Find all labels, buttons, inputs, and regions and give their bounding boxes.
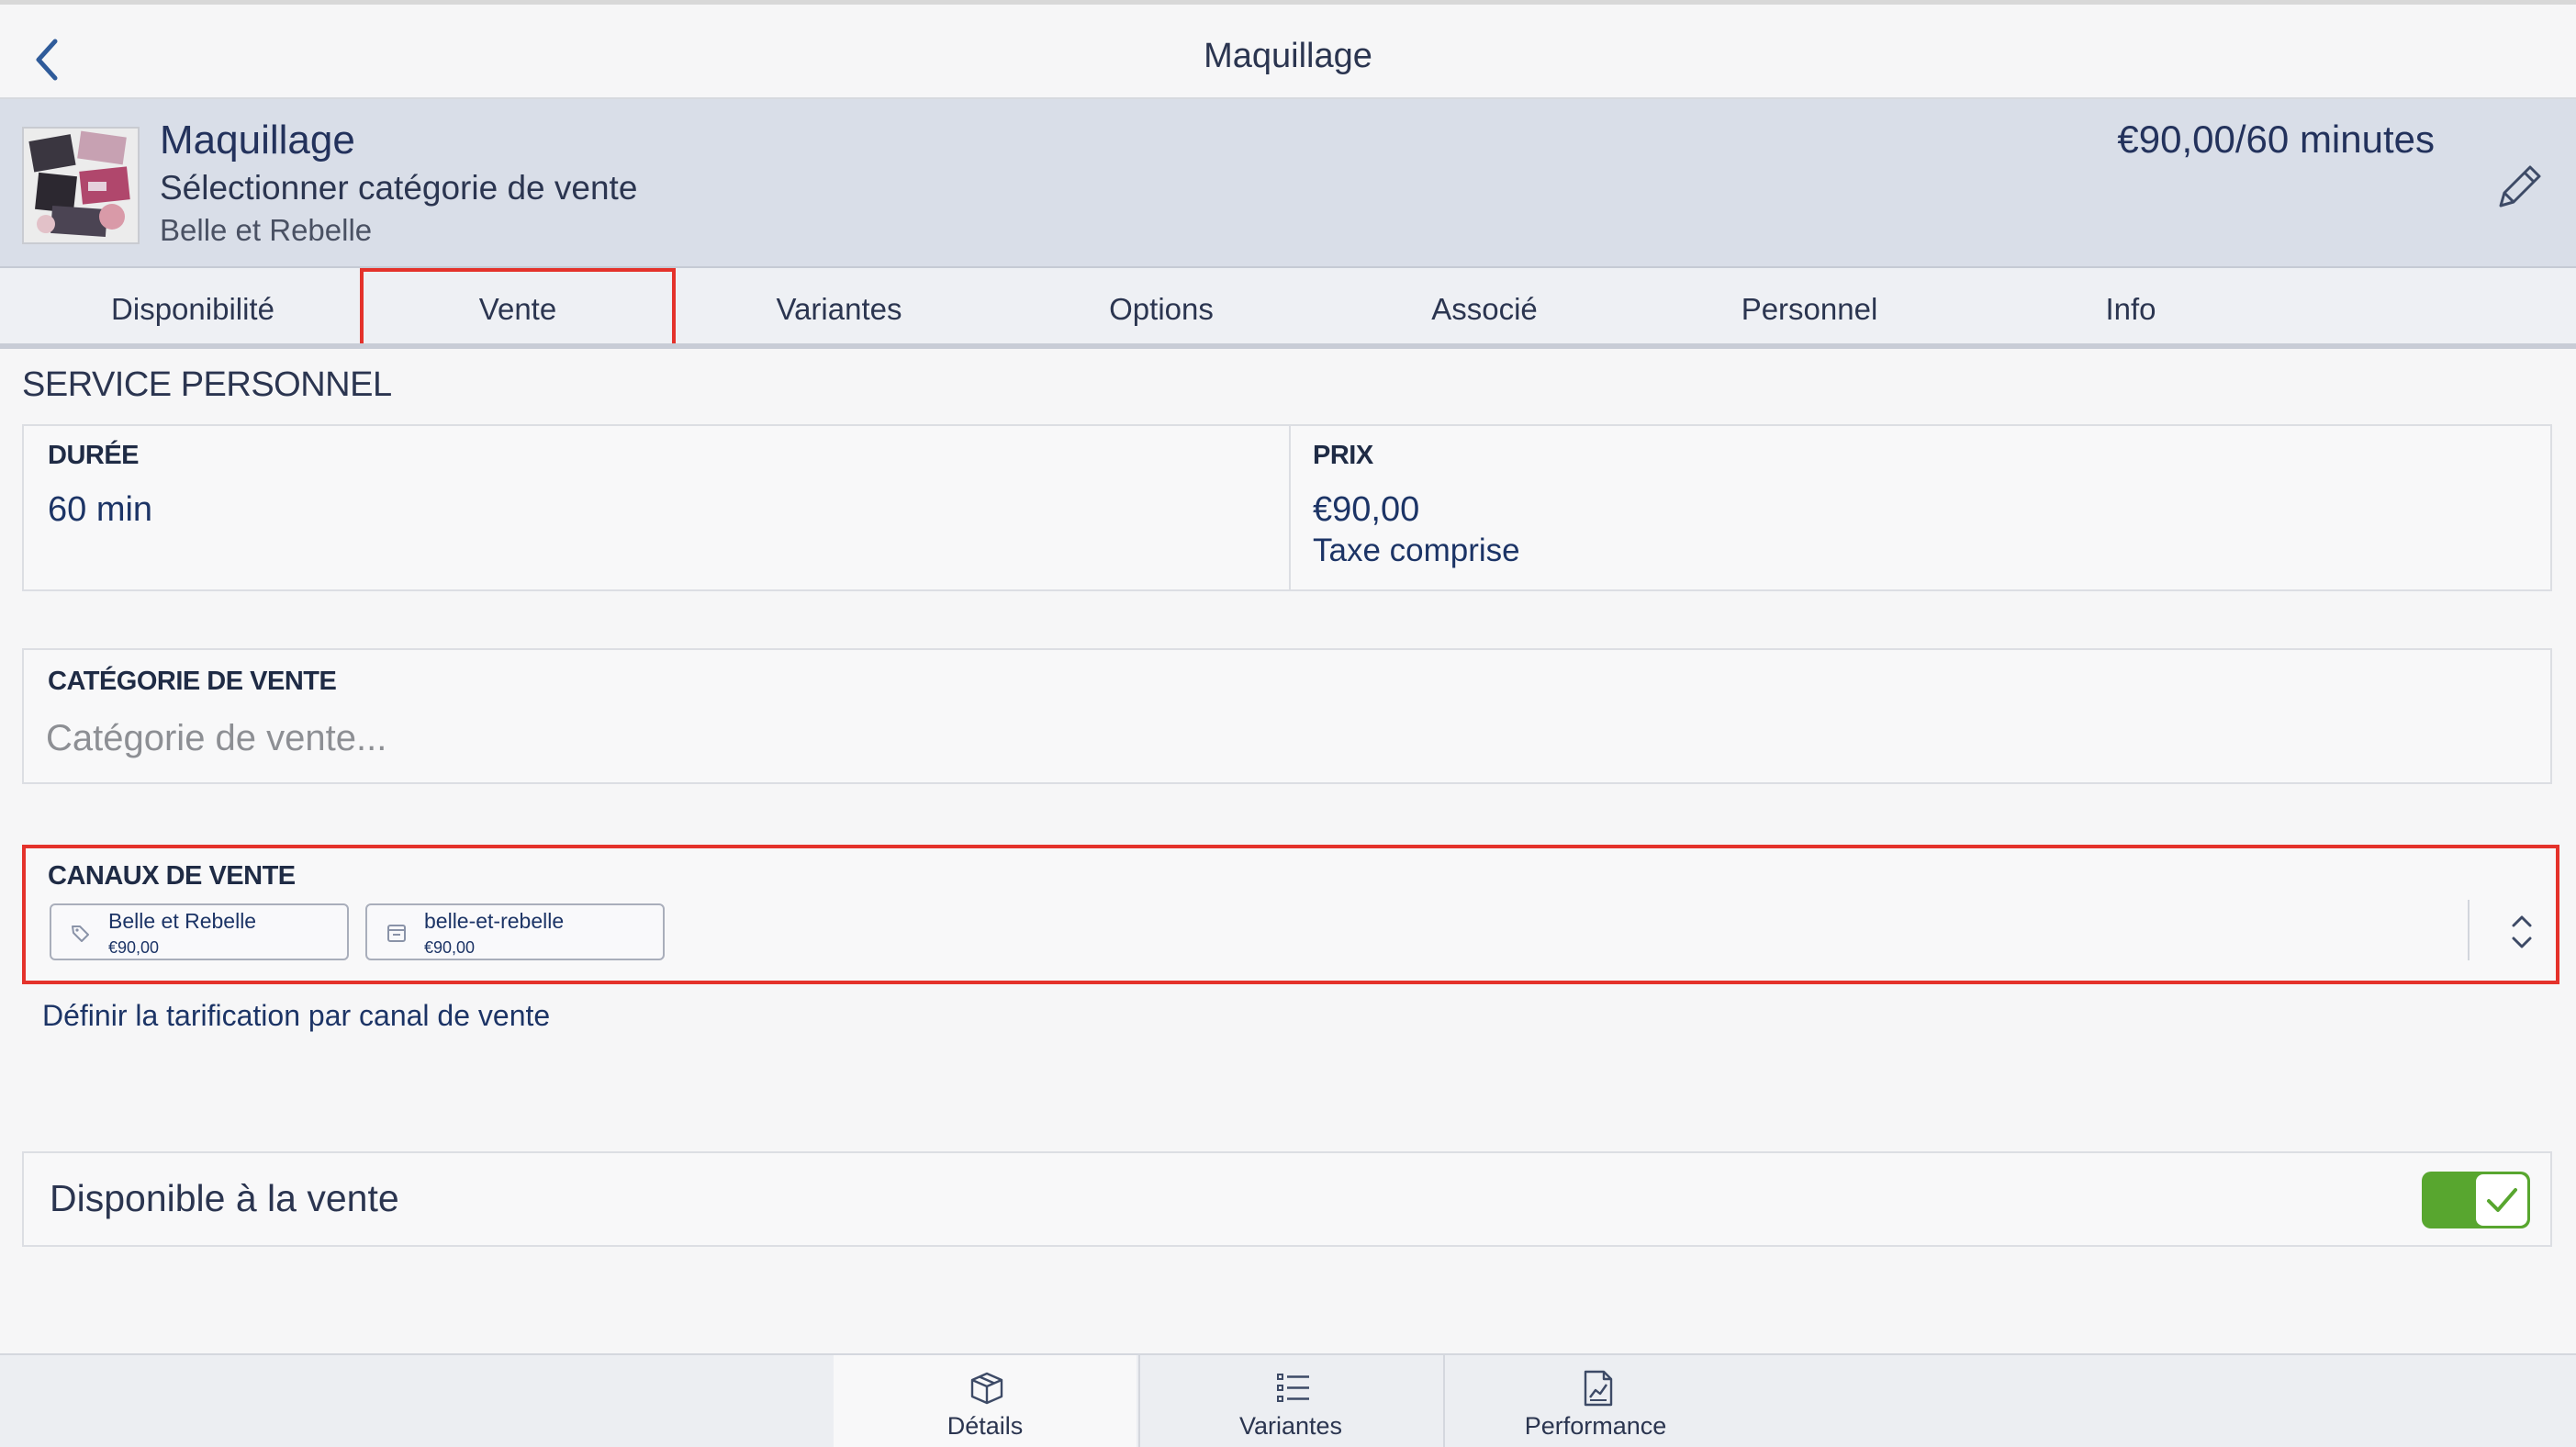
list-icon (1277, 1374, 1309, 1402)
availability-label: Disponible à la vente (50, 1177, 399, 1219)
store-name: Belle et Rebelle (160, 213, 373, 247)
product-header: Maquillage Sélectionner catégorie de ven… (0, 99, 2576, 268)
bottom-tab-label: Variantes (1238, 1412, 1343, 1440)
sales-category-field: CATÉGORIE DE VENTE (22, 648, 2552, 784)
check-icon (2487, 1188, 2517, 1212)
product-price: €90,00/60 minutes (2117, 118, 2435, 161)
price-value: €90,00 (1313, 490, 1420, 529)
back-button[interactable] (24, 30, 75, 89)
duration-field[interactable]: DURÉE 60 min (22, 424, 1291, 591)
tab-personnel[interactable]: Personnel (1649, 268, 1970, 343)
availability-toggle[interactable] (2422, 1172, 2530, 1228)
channel-price: €90,00 (108, 938, 160, 957)
section-title: SERVICE PERSONNEL (22, 365, 392, 404)
nav-title: Maquillage (1204, 37, 1372, 75)
tab-options[interactable]: Options (1002, 268, 1320, 343)
tag-icon (72, 925, 89, 942)
channel-chip[interactable]: belle-et-rebelle €90,00 (365, 903, 665, 960)
sales-category-input[interactable] (46, 709, 2433, 768)
bottom-tab-bar: Détails Variantes Performance (0, 1353, 2576, 1447)
bottom-tab-label: Performance (1524, 1412, 1667, 1440)
channel-name: Belle et Rebelle (108, 909, 257, 933)
bottom-tab-performance[interactable]: Performance (1443, 1355, 1746, 1447)
tab-vente[interactable]: Vente (360, 268, 676, 343)
channel-pricing-link[interactable]: Définir la tarification par canal de ven… (42, 999, 550, 1033)
channel-chip[interactable]: Belle et Rebelle €90,00 (50, 903, 349, 960)
tab-disponibilite[interactable]: Disponibilité (31, 268, 354, 343)
channel-expand-toggle[interactable] (2503, 903, 2541, 960)
product-thumbnail (22, 127, 140, 244)
chevron-left-icon (36, 39, 58, 81)
tab-bar: Disponibilité Vente Variantes Options As… (0, 268, 2576, 349)
product-name: Maquillage (160, 118, 355, 163)
bottom-tab-details[interactable]: Détails (834, 1355, 1137, 1447)
chevron-up-down-icon (2512, 915, 2532, 948)
duration-value: 60 min (48, 490, 153, 529)
duration-label: DURÉE (48, 441, 140, 470)
availability-row: Disponible à la vente (22, 1151, 2552, 1247)
sales-channels-field: CANAUX DE VENTE Belle et Rebelle €90,00 … (22, 845, 2559, 984)
price-field[interactable]: PRIX €90,00 Taxe comprise (1289, 424, 2552, 591)
pencil-icon (2499, 165, 2541, 208)
channel-price: €90,00 (424, 938, 476, 957)
top-nav-bar: Maquillage (0, 0, 2576, 99)
tab-associe[interactable]: Associé (1320, 268, 1649, 343)
tab-info[interactable]: Info (1970, 268, 2291, 343)
divider (2468, 900, 2470, 960)
edit-button[interactable] (2492, 160, 2547, 215)
chart-icon (1584, 1370, 1613, 1407)
bottom-tab-label: Détails (946, 1412, 1024, 1440)
sales-category-label: CATÉGORIE DE VENTE (48, 667, 337, 696)
bottom-tab-variantes[interactable]: Variantes (1138, 1355, 1441, 1447)
toggle-knob (2476, 1174, 2527, 1226)
shop-icon (387, 925, 406, 942)
sales-category-prompt: Sélectionner catégorie de vente (160, 169, 638, 207)
tab-variantes[interactable]: Variantes (676, 268, 1002, 343)
channel-name: belle-et-rebelle (424, 909, 565, 933)
tax-note: Taxe comprise (1313, 533, 1520, 568)
sales-channels-label: CANAUX DE VENTE (48, 861, 296, 891)
price-label: PRIX (1313, 441, 1373, 470)
box-icon (970, 1372, 1003, 1405)
